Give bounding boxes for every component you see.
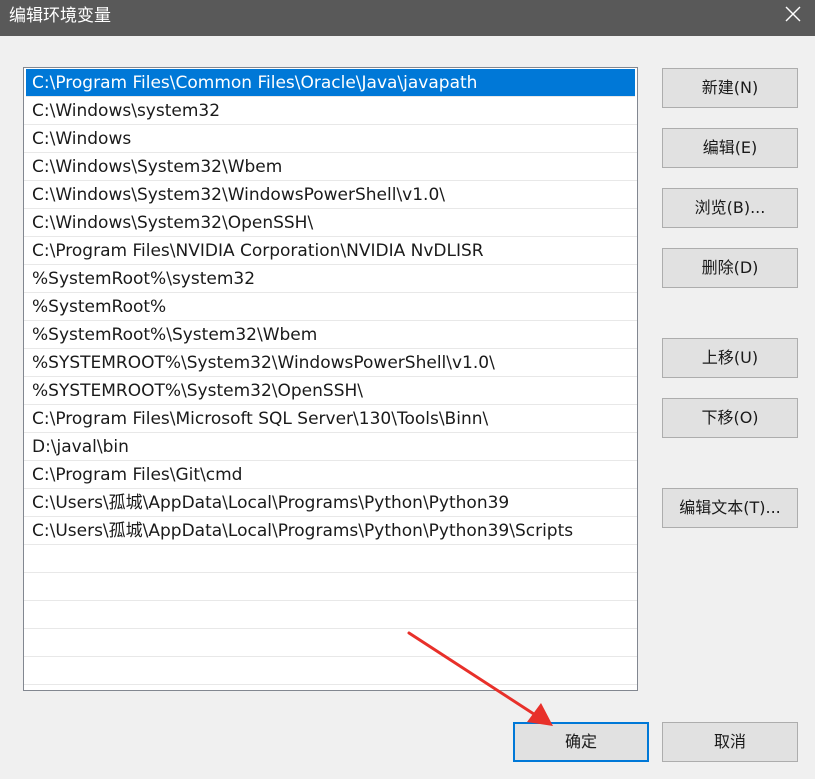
delete-button[interactable]: 删除(D)	[662, 248, 798, 288]
path-list-item[interactable]: %SystemRoot%	[24, 293, 637, 321]
path-list-item[interactable]: C:\Program Files\Common Files\Oracle\Jav…	[26, 69, 635, 97]
path-list-item[interactable]: C:\Program Files\Microsoft SQL Server\13…	[24, 405, 637, 433]
path-list-rows: C:\Program Files\Common Files\Oracle\Jav…	[24, 69, 637, 685]
close-icon	[785, 6, 801, 22]
path-text: C:\Users\孤城\AppData\Local\Programs\Pytho…	[32, 493, 510, 513]
path-text: C:\Program Files\NVIDIA Corporation\NVID…	[32, 241, 484, 261]
path-list-item[interactable]: C:\Windows	[24, 125, 637, 153]
path-text: %SystemRoot%	[32, 297, 167, 317]
path-list-item[interactable]: %SYSTEMROOT%\System32\OpenSSH\	[24, 377, 637, 405]
path-list[interactable]: C:\Program Files\Common Files\Oracle\Jav…	[23, 67, 638, 691]
path-text: C:\Windows\System32\Wbem	[32, 157, 283, 177]
empty-list-row	[24, 601, 637, 629]
path-text: C:\Users\孤城\AppData\Local\Programs\Pytho…	[32, 521, 574, 541]
edit-environment-variable-dialog: 编辑环境变量 C:\Program Files\Common Files\Ora…	[0, 0, 815, 779]
path-text: C:\Windows\system32	[32, 101, 221, 121]
path-list-item[interactable]: C:\Windows\system32	[24, 97, 637, 125]
path-text: C:\Windows	[32, 129, 132, 149]
path-list-item[interactable]: C:\Users\孤城\AppData\Local\Programs\Pytho…	[24, 489, 637, 517]
path-text: D:\javal\bin	[32, 437, 129, 457]
path-list-item[interactable]: C:\Windows\System32\Wbem	[24, 153, 637, 181]
move-down-button[interactable]: 下移(O)	[662, 398, 798, 438]
path-list-item[interactable]: C:\Program Files\NVIDIA Corporation\NVID…	[24, 237, 637, 265]
edit-text-button[interactable]: 编辑文本(T)...	[662, 488, 798, 528]
empty-list-row	[24, 657, 637, 685]
path-text: C:\Program Files\Microsoft SQL Server\13…	[32, 409, 489, 429]
path-text: C:\Windows\System32\OpenSSH\	[32, 213, 314, 233]
path-text: %SYSTEMROOT%\System32\WindowsPowerShell\…	[32, 353, 495, 373]
empty-list-row	[24, 629, 637, 657]
title-bar: 编辑环境变量	[0, 0, 815, 36]
path-text: %SystemRoot%\system32	[32, 269, 256, 289]
path-text: %SYSTEMROOT%\System32\OpenSSH\	[32, 381, 364, 401]
path-text: C:\Windows\System32\WindowsPowerShell\v1…	[32, 185, 445, 205]
path-list-item[interactable]: %SYSTEMROOT%\System32\WindowsPowerShell\…	[24, 349, 637, 377]
empty-list-row	[24, 545, 637, 573]
path-list-item[interactable]: C:\Users\孤城\AppData\Local\Programs\Pytho…	[24, 517, 637, 545]
path-list-item[interactable]: C:\Windows\System32\WindowsPowerShell\v1…	[24, 181, 637, 209]
path-text: C:\Program Files\Git\cmd	[32, 465, 243, 485]
move-up-button[interactable]: 上移(U)	[662, 338, 798, 378]
path-text: %SystemRoot%\System32\Wbem	[32, 325, 318, 345]
path-list-item[interactable]: C:\Program Files\Git\cmd	[24, 461, 637, 489]
path-list-item[interactable]: C:\Windows\System32\OpenSSH\	[24, 209, 637, 237]
browse-button[interactable]: 浏览(B)...	[662, 188, 798, 228]
close-button[interactable]	[771, 0, 815, 32]
edit-button[interactable]: 编辑(E)	[662, 128, 798, 168]
path-list-item[interactable]: D:\javal\bin	[24, 433, 637, 461]
empty-list-row	[24, 573, 637, 601]
ok-button[interactable]: 确定	[513, 722, 649, 762]
path-list-item[interactable]: %SystemRoot%\system32	[24, 265, 637, 293]
path-list-item[interactable]: %SystemRoot%\System32\Wbem	[24, 321, 637, 349]
new-button[interactable]: 新建(N)	[662, 68, 798, 108]
cancel-button[interactable]: 取消	[662, 722, 798, 762]
path-text: C:\Program Files\Common Files\Oracle\Jav…	[32, 73, 478, 93]
dialog-title: 编辑环境变量	[9, 6, 111, 26]
